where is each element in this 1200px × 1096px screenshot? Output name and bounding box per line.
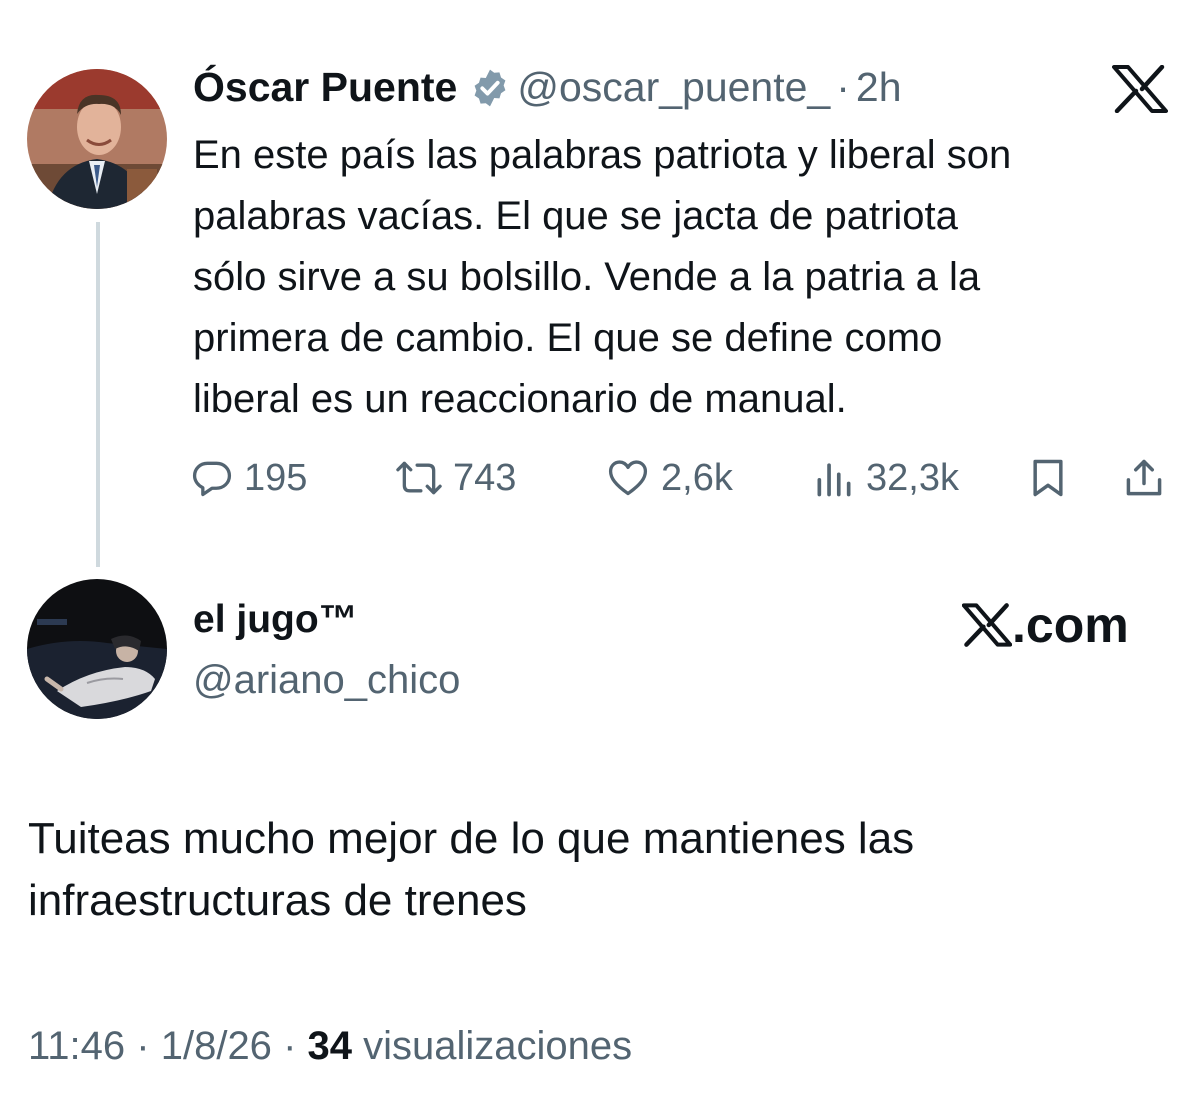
bookmark-icon xyxy=(1026,456,1070,500)
reply-date[interactable]: 1/8/26 xyxy=(161,1024,272,1068)
x-logo-icon xyxy=(962,603,1012,647)
verified-badge-icon xyxy=(469,67,511,109)
share-icon xyxy=(1122,456,1166,500)
tweet-actions-bar: 195 743 2,6k 32,3k xyxy=(190,450,1180,506)
heart-icon xyxy=(605,456,651,500)
retweet-button[interactable]: 743 xyxy=(395,450,516,506)
tweet-time[interactable]: 2h xyxy=(856,64,902,111)
avatar-oscar-puente[interactable] xyxy=(27,69,167,209)
reply-button[interactable]: 195 xyxy=(190,450,307,506)
retweet-count: 743 xyxy=(453,456,517,499)
x-com-logo: .com xyxy=(962,596,1129,654)
reply-count: 195 xyxy=(244,456,308,499)
views-icon xyxy=(812,456,856,500)
author-handle[interactable]: @oscar_puente_ xyxy=(517,64,830,111)
author-name[interactable]: Óscar Puente xyxy=(193,64,457,111)
views-label: visualizaciones xyxy=(363,1024,633,1068)
tweet-text: En este país las palabras patriota y lib… xyxy=(193,133,1012,421)
separator-dot: · xyxy=(836,64,850,110)
like-button[interactable]: 2,6k xyxy=(605,450,733,506)
reply-author-name[interactable]: el jugo™ xyxy=(193,598,358,642)
thread-connector-line xyxy=(96,222,100,567)
reply-author-handle[interactable]: @ariano_chico xyxy=(193,658,460,703)
views-count: 34 xyxy=(307,1024,353,1068)
reply-icon xyxy=(190,456,234,500)
avatar-el-jugo[interactable] xyxy=(27,579,167,719)
reply-text: Tuiteas mucho mejor de lo que mantienes … xyxy=(28,814,915,925)
views-button[interactable]: 32,3k xyxy=(812,450,959,506)
separator-dot: · xyxy=(136,1024,150,1068)
x-logo-icon[interactable] xyxy=(1112,64,1168,114)
separator-dot: · xyxy=(283,1024,297,1068)
share-button[interactable] xyxy=(1122,450,1166,506)
reply-time[interactable]: 11:46 xyxy=(28,1024,125,1068)
views-count: 32,3k xyxy=(866,456,959,499)
like-count: 2,6k xyxy=(661,456,733,499)
reply-meta: 11:46 · 1/8/26 · 34 visualizaciones xyxy=(28,1024,632,1069)
bookmark-button[interactable] xyxy=(1026,450,1070,506)
tweet-header: Óscar Puente @oscar_puente_ · 2h xyxy=(193,64,902,111)
retweet-icon xyxy=(395,456,443,500)
brand-domain: .com xyxy=(1012,597,1129,653)
